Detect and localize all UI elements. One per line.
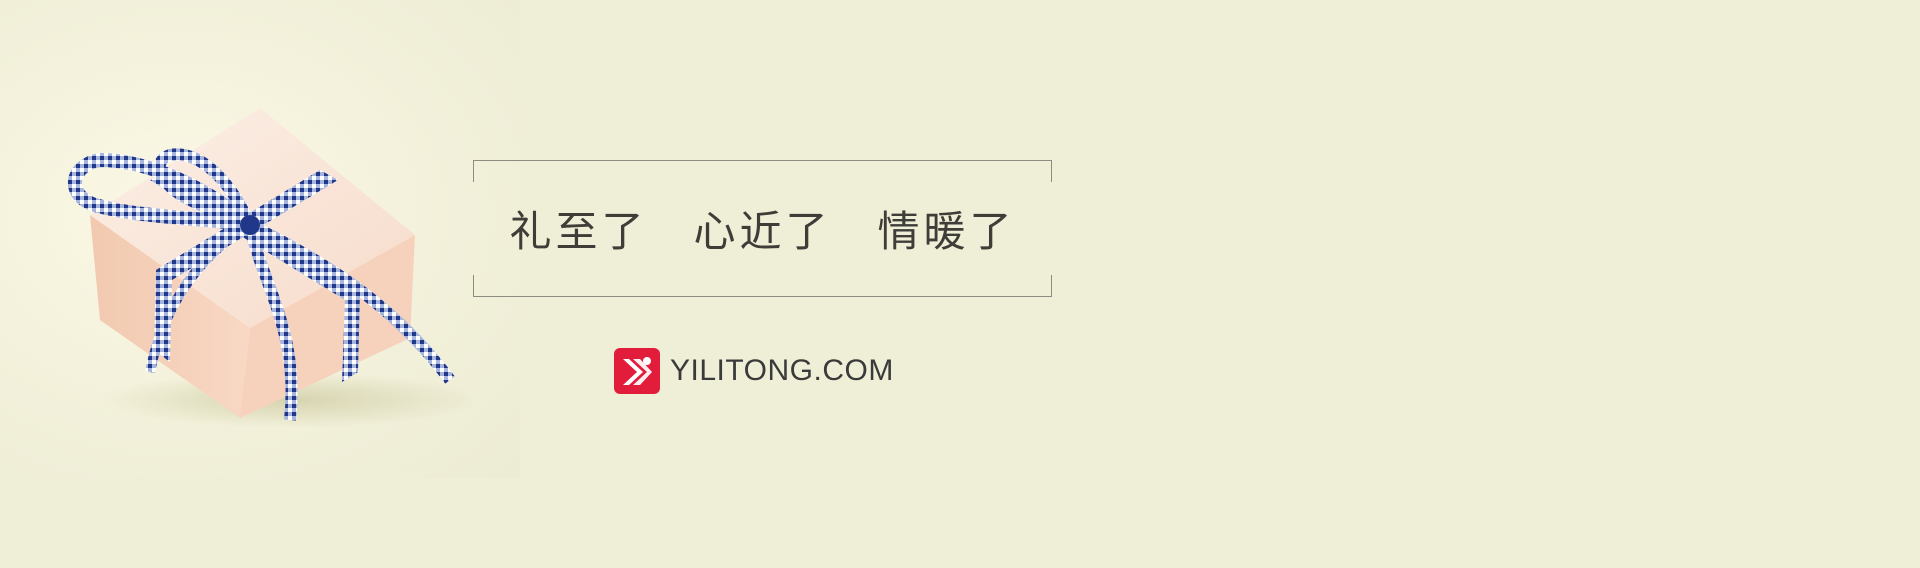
tagline-phrase-gift: 礼至了 <box>509 207 648 256</box>
tagline-phrase-warmth: 情暖了 <box>877 207 1016 256</box>
tagline-frame: 礼至了 心近了 情暖了 <box>473 160 1052 297</box>
tagline-phrase-heart: 心近了 <box>693 207 832 256</box>
gift-photo <box>0 0 520 478</box>
brand-logo[interactable]: YILITONG.COM <box>614 347 894 395</box>
logo-wordmark: YILITONG.COM <box>670 354 894 387</box>
promo-banner[interactable]: 礼至了 心近了 情暖了 YILITONG.COM <box>0 0 1920 568</box>
ribbon-knot <box>240 215 260 235</box>
yilitong-logo-icon <box>614 348 660 394</box>
tagline: 礼至了 心近了 情暖了 <box>473 160 1052 297</box>
gift-box-image <box>68 108 480 428</box>
